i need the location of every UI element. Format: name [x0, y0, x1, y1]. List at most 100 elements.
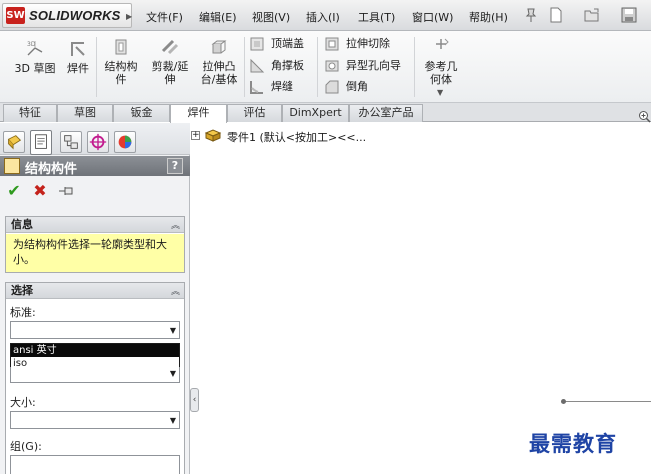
command-manager: 3D 3D 草图 焊件 结构构 件 剪裁/延 伸 拉伸凸 台/基体 顶端盖 角撑… [0, 31, 651, 103]
info-group: 信息 ︽ 为结构构件选择一轮廓类型和大小。 [5, 216, 185, 273]
title-bar: SW SOLIDWORKS ▶ 文件(F) 编辑(E) 视图(V) 插入(I) … [0, 0, 651, 31]
size-label: 大小: [10, 396, 36, 409]
hole-wizard-icon [325, 60, 339, 72]
dimxpert-manager-icon[interactable] [87, 131, 109, 153]
menu-tools[interactable]: 工具(T) [358, 9, 395, 25]
tab-evaluate[interactable]: 评估 [227, 104, 282, 122]
structural-member-icon [4, 158, 20, 174]
extruded-cut-label: 拉伸切除 [346, 37, 390, 50]
menu-view[interactable]: 视图(V) [252, 9, 290, 25]
separator [96, 37, 97, 97]
solidworks-logo-button[interactable]: SW SOLIDWORKS ▶ [2, 3, 132, 28]
tab-features[interactable]: 特征 [3, 104, 57, 122]
collapse-icon[interactable]: ︽ [171, 284, 180, 300]
weldment-button[interactable]: 焊件 [63, 39, 93, 75]
separator [317, 37, 318, 97]
separator [244, 37, 245, 97]
gusset-icon [250, 58, 265, 73]
tab-sheet-metal[interactable]: 钣金 [113, 104, 170, 122]
selection-group-header[interactable]: 选择 ︽ [6, 283, 184, 299]
3d-sketch-button[interactable]: 3D 3D 草图 [14, 39, 56, 75]
dropdown-arrow-icon[interactable]: ▼ [437, 88, 443, 97]
manager-tabs [0, 123, 190, 155]
menu-edit[interactable]: 编辑(E) [199, 9, 237, 25]
reference-geometry-button[interactable]: 参考几 何体 [418, 37, 464, 86]
pin-icon[interactable] [56, 181, 76, 201]
hole-wizard-button[interactable]: 异型孔向导 [324, 57, 414, 75]
structural-member-label-line2: 件 [115, 73, 127, 86]
flyout-arrow-icon: ▶ [126, 12, 133, 21]
trim-extend-icon [161, 39, 179, 55]
chamfer-icon [325, 80, 339, 94]
axis-indicator-line [563, 401, 651, 402]
tab-office-products[interactable]: 办公室产品 [349, 104, 423, 122]
size-dropdown[interactable]: ▼ [10, 411, 180, 429]
weld-bead-icon [250, 81, 263, 94]
extruded-boss-icon [211, 40, 227, 54]
tab-sketch[interactable]: 草图 [57, 104, 113, 122]
menu-window[interactable]: 窗口(W) [412, 9, 453, 25]
menu-file[interactable]: 文件(F) [146, 9, 183, 25]
standard-dropdown[interactable]: ▼ [10, 321, 180, 339]
weld-bead-button[interactable]: 焊缝 [249, 78, 319, 96]
hole-wizard-label: 异型孔向导 [346, 59, 401, 72]
extruded-cut-button[interactable]: 拉伸切除 [324, 35, 414, 53]
chamfer-label: 倒角 [346, 80, 368, 93]
info-group-header[interactable]: 信息 ︽ [6, 217, 184, 233]
menu-help[interactable]: 帮助(H) [469, 9, 508, 25]
extruded-boss-label-line1: 拉伸凸 [202, 60, 236, 73]
propertymanager-icon[interactable] [30, 130, 52, 155]
tab-weldments[interactable]: 焊件 [170, 104, 227, 123]
tab-dimxpert[interactable]: DimXpert [282, 104, 349, 122]
help-button[interactable]: ? [167, 158, 183, 174]
groups-list[interactable] [10, 455, 180, 474]
structural-member-button[interactable]: 结构构 件 [100, 37, 142, 86]
svg-text:3D: 3D [27, 41, 36, 48]
axis-indicator-dot [561, 399, 566, 404]
option-ansi-inch[interactable]: ansi 英寸 [11, 344, 179, 357]
info-group-title: 信息 [11, 218, 33, 231]
featuremanager-icon[interactable] [3, 131, 25, 153]
solidworks-brand-text: SOLIDWORKS [29, 8, 121, 23]
dropdown-arrow-icon[interactable]: ▼ [170, 369, 176, 378]
graphics-area[interactable] [191, 123, 651, 474]
end-cap-button[interactable]: 顶端盖 [249, 35, 319, 53]
reference-geometry-label-line1: 参考几 [424, 60, 458, 73]
chamfer-button[interactable]: 倒角 [324, 78, 414, 96]
zoom-icon[interactable] [638, 110, 651, 123]
reference-geometry-label-line2: 何体 [430, 73, 452, 86]
menu-insert[interactable]: 插入(I) [306, 9, 340, 25]
end-cap-label: 顶端盖 [271, 37, 304, 50]
reference-geometry-icon [436, 38, 449, 49]
new-document-icon[interactable] [548, 7, 564, 23]
solidworks-logo-mark: SW [6, 7, 25, 24]
type-dropdown[interactable]: ▼ [10, 367, 180, 383]
structural-member-label-line1: 结构构 [104, 60, 138, 73]
separator [414, 37, 415, 97]
gusset-button[interactable]: 角撑板 [249, 57, 319, 75]
pushpin-icon[interactable] [523, 7, 539, 23]
expand-icon[interactable]: + [191, 131, 200, 140]
weldment-label: 焊件 [67, 62, 89, 75]
save-icon[interactable] [621, 7, 637, 23]
3d-sketch-icon: 3D [27, 41, 43, 56]
property-manager-header: 结构构件 ? [0, 156, 190, 177]
display-manager-icon[interactable] [114, 131, 136, 153]
ok-button[interactable]: ✔ [4, 181, 24, 201]
watermark-text: 最需教育 [529, 431, 617, 456]
panel-collapse-handle[interactable]: ‹ [190, 388, 199, 412]
feature-tree-root-label: 零件1 (默认<按加工><<... [227, 131, 367, 144]
dropdown-arrow-icon[interactable]: ▼ [170, 416, 176, 425]
configurationmanager-icon[interactable] [60, 131, 82, 153]
3d-sketch-label: 3D 草图 [14, 62, 56, 75]
weld-bead-label: 焊缝 [271, 80, 293, 93]
part-icon [204, 129, 222, 142]
dropdown-arrow-icon[interactable]: ▼ [170, 326, 176, 335]
trim-extend-button[interactable]: 剪裁/延 伸 [147, 37, 193, 86]
selection-group-title: 选择 [11, 284, 33, 297]
collapse-icon[interactable]: ︽ [171, 218, 180, 234]
groups-label: 组(G): [10, 440, 42, 453]
open-icon[interactable] [584, 7, 600, 23]
extruded-boss-button[interactable]: 拉伸凸 台/基体 [197, 37, 241, 86]
cancel-button[interactable]: ✖ [30, 181, 50, 201]
